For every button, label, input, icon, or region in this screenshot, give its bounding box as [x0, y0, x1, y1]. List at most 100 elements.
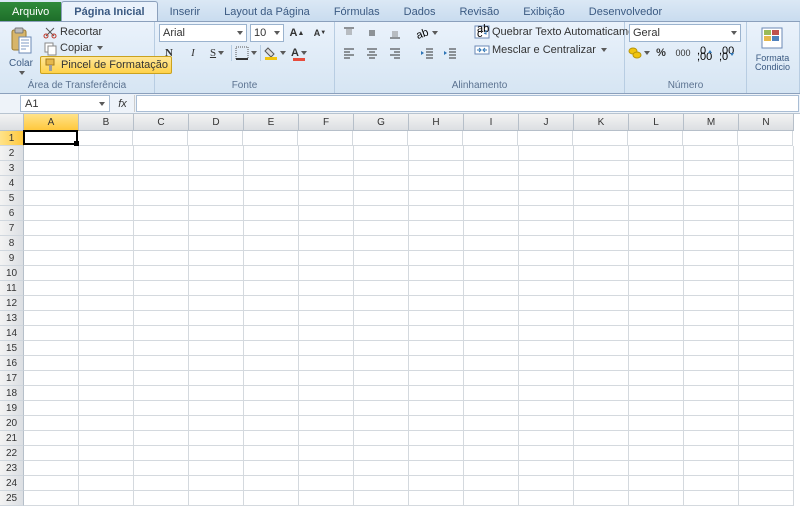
cell[interactable]	[739, 326, 794, 341]
formula-input[interactable]	[136, 95, 799, 112]
cell[interactable]	[629, 161, 684, 176]
cell[interactable]	[574, 296, 629, 311]
cell[interactable]	[189, 461, 244, 476]
cell[interactable]	[409, 206, 464, 221]
cell[interactable]	[739, 221, 794, 236]
cell[interactable]	[574, 341, 629, 356]
cell[interactable]	[244, 491, 299, 506]
cell[interactable]	[409, 326, 464, 341]
cell[interactable]	[244, 341, 299, 356]
cell[interactable]	[519, 296, 574, 311]
cell[interactable]	[134, 356, 189, 371]
cell[interactable]	[409, 251, 464, 266]
cell[interactable]	[134, 446, 189, 461]
cell[interactable]	[299, 191, 354, 206]
cell[interactable]	[629, 431, 684, 446]
cell[interactable]	[244, 446, 299, 461]
cell[interactable]	[464, 326, 519, 341]
cell[interactable]	[464, 311, 519, 326]
cell[interactable]	[189, 401, 244, 416]
cell[interactable]	[79, 476, 134, 491]
cell[interactable]	[24, 371, 79, 386]
cell[interactable]	[299, 446, 354, 461]
tab-home[interactable]: Página Inicial	[61, 1, 157, 21]
cell[interactable]	[739, 161, 794, 176]
cell[interactable]	[189, 476, 244, 491]
cell[interactable]	[519, 356, 574, 371]
cell[interactable]	[739, 266, 794, 281]
cell[interactable]	[409, 176, 464, 191]
cell[interactable]	[24, 251, 79, 266]
cell[interactable]	[409, 221, 464, 236]
column-header[interactable]: F	[299, 114, 354, 131]
cell[interactable]	[684, 371, 739, 386]
cell[interactable]	[244, 266, 299, 281]
cell[interactable]	[464, 221, 519, 236]
cell[interactable]	[299, 251, 354, 266]
orientation-button[interactable]: ab	[417, 24, 437, 42]
cell[interactable]	[189, 311, 244, 326]
cell[interactable]	[189, 191, 244, 206]
cell[interactable]	[408, 131, 463, 146]
cell[interactable]	[354, 461, 409, 476]
cell[interactable]	[79, 386, 134, 401]
decrease-decimal-button[interactable]: ,00,0	[717, 44, 737, 62]
cell[interactable]	[464, 416, 519, 431]
cell[interactable]	[134, 401, 189, 416]
cell[interactable]	[299, 236, 354, 251]
cell[interactable]	[299, 311, 354, 326]
decrease-indent-button[interactable]	[417, 44, 437, 62]
row-header[interactable]: 14	[0, 326, 24, 341]
cell[interactable]	[79, 206, 134, 221]
cell[interactable]	[299, 296, 354, 311]
align-left-button[interactable]	[339, 44, 359, 62]
cell[interactable]	[739, 476, 794, 491]
cell[interactable]	[519, 191, 574, 206]
cell[interactable]	[354, 371, 409, 386]
cell[interactable]	[409, 386, 464, 401]
cell[interactable]	[629, 191, 684, 206]
cell[interactable]	[24, 191, 79, 206]
cell[interactable]	[24, 206, 79, 221]
cell[interactable]	[519, 176, 574, 191]
cell[interactable]	[519, 341, 574, 356]
cell[interactable]	[79, 401, 134, 416]
cell[interactable]	[409, 236, 464, 251]
italic-button[interactable]: I	[183, 44, 203, 62]
cell[interactable]	[354, 176, 409, 191]
row-header[interactable]: 1	[0, 131, 24, 146]
cell[interactable]	[464, 146, 519, 161]
cell[interactable]	[519, 326, 574, 341]
column-header[interactable]: H	[409, 114, 464, 131]
cell[interactable]	[519, 281, 574, 296]
cell[interactable]	[134, 491, 189, 506]
cell[interactable]	[409, 461, 464, 476]
cell[interactable]	[684, 431, 739, 446]
cell[interactable]	[354, 326, 409, 341]
fx-icon[interactable]: fx	[111, 95, 135, 112]
column-header[interactable]: E	[244, 114, 299, 131]
align-top-button[interactable]	[339, 24, 359, 42]
cell[interactable]	[79, 161, 134, 176]
cell[interactable]	[464, 371, 519, 386]
column-header[interactable]: N	[739, 114, 794, 131]
cell[interactable]	[299, 176, 354, 191]
currency-button[interactable]	[629, 44, 649, 62]
cell[interactable]	[739, 341, 794, 356]
column-header[interactable]: G	[354, 114, 409, 131]
cell[interactable]	[629, 386, 684, 401]
cell[interactable]	[354, 386, 409, 401]
row-header[interactable]: 23	[0, 461, 24, 476]
cell[interactable]	[79, 371, 134, 386]
cell[interactable]	[574, 206, 629, 221]
cell[interactable]	[684, 326, 739, 341]
cell[interactable]	[739, 146, 794, 161]
paste-button[interactable]: Colar	[4, 24, 38, 77]
cell[interactable]	[299, 491, 354, 506]
cell[interactable]	[78, 131, 133, 146]
tab-page-layout[interactable]: Layout da Página	[212, 2, 322, 21]
cell[interactable]	[684, 446, 739, 461]
cell[interactable]	[354, 446, 409, 461]
cell[interactable]	[24, 356, 79, 371]
row-header[interactable]: 7	[0, 221, 24, 236]
